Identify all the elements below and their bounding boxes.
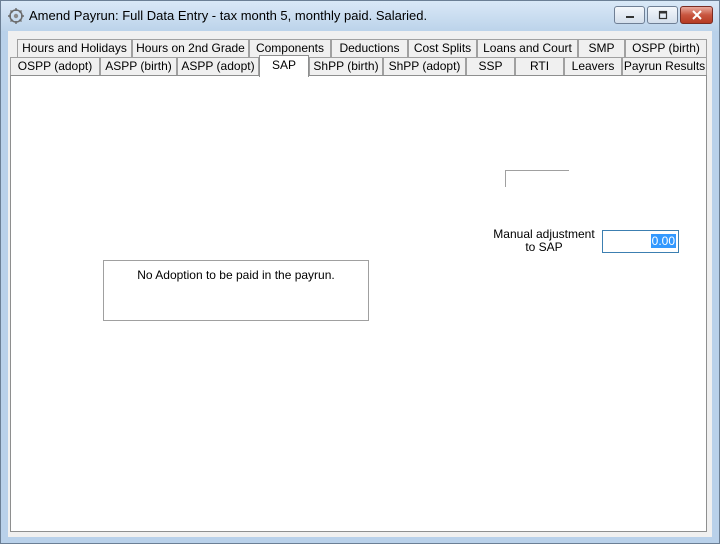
minimize-icon bbox=[625, 16, 634, 18]
client-area: Hours and Holidays Hours on 2nd Grade Co… bbox=[8, 31, 712, 537]
tab-aspp-adopt[interactable]: ASPP (adopt) bbox=[177, 57, 259, 75]
empty-group-frame bbox=[505, 170, 569, 187]
manual-adjustment-label: Manual adjustment to SAP bbox=[493, 227, 595, 254]
tab-loans-and-court[interactable]: Loans and Court bbox=[477, 39, 578, 57]
tab-hours-on-2nd-grade[interactable]: Hours on 2nd Grade bbox=[132, 39, 249, 57]
manual-adjustment-input[interactable]: 0.00 bbox=[602, 230, 679, 253]
sap-tab-panel: Manual adjustment to SAP 0.00 No Adoptio… bbox=[10, 75, 707, 532]
manual-adjustment-value: 0.00 bbox=[650, 234, 676, 248]
tab-deductions[interactable]: Deductions bbox=[331, 39, 408, 57]
minimize-button[interactable] bbox=[614, 6, 645, 24]
tab-aspp-birth[interactable]: ASPP (birth) bbox=[100, 57, 177, 75]
payroll-app-icon bbox=[8, 8, 24, 24]
tab-hours-and-holidays[interactable]: Hours and Holidays bbox=[17, 39, 132, 57]
tab-payrun-results[interactable]: Payrun Results bbox=[622, 57, 707, 75]
tab-ospp-birth[interactable]: OSPP (birth) bbox=[625, 39, 707, 57]
restore-button[interactable] bbox=[647, 6, 678, 24]
amend-payrun-window: Amend Payrun: Full Data Entry - tax mont… bbox=[0, 0, 720, 544]
window-title: Amend Payrun: Full Data Entry - tax mont… bbox=[29, 8, 428, 23]
tab-rti[interactable]: RTI bbox=[515, 57, 564, 75]
tab-shpp-adopt[interactable]: ShPP (adopt) bbox=[383, 57, 466, 75]
restore-icon bbox=[658, 10, 667, 20]
tab-smp[interactable]: SMP bbox=[578, 39, 625, 57]
tab-ssp[interactable]: SSP bbox=[466, 57, 515, 75]
tab-cost-splits[interactable]: Cost Splits bbox=[408, 39, 477, 57]
tab-sap[interactable]: SAP bbox=[259, 55, 309, 77]
tab-shpp-birth[interactable]: ShPP (birth) bbox=[309, 57, 383, 75]
tab-leavers[interactable]: Leavers bbox=[564, 57, 622, 75]
no-adoption-message: No Adoption to be paid in the payrun. bbox=[137, 268, 335, 282]
no-adoption-panel: No Adoption to be paid in the payrun. bbox=[103, 260, 369, 321]
title-bar[interactable]: Amend Payrun: Full Data Entry - tax mont… bbox=[1, 1, 719, 31]
close-icon bbox=[691, 10, 702, 20]
close-button[interactable] bbox=[680, 6, 713, 24]
tab-ospp-adopt[interactable]: OSPP (adopt) bbox=[10, 57, 100, 75]
